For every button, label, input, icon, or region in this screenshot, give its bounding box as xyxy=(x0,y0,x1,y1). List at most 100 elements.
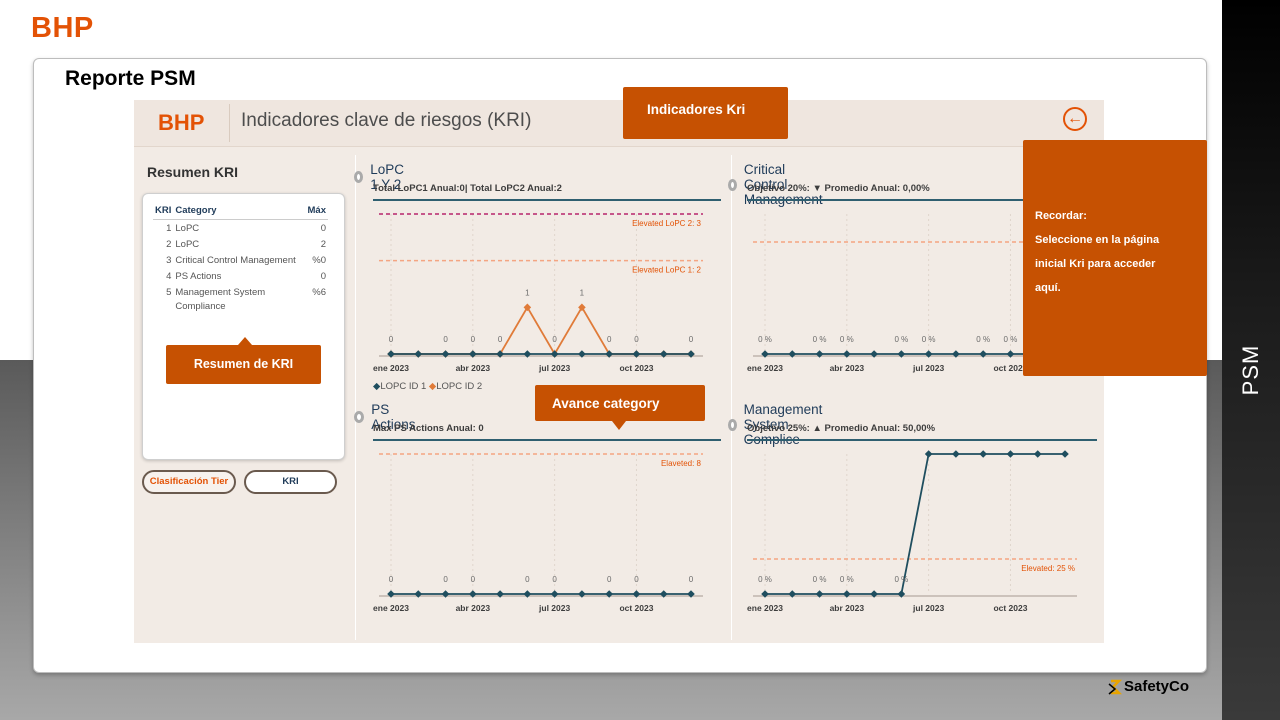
chart-svg: ene 2023 abr 2023 jul 2023 oct 2023 Elaveted… xyxy=(373,453,703,613)
side-strip: PSM xyxy=(1222,0,1280,720)
data-label: 0 % xyxy=(840,575,854,584)
panel-subtitle: Max PS Actions Anual: 0 xyxy=(373,423,484,434)
radio-ps[interactable] xyxy=(354,411,365,423)
data-label: 0 % xyxy=(840,335,854,344)
footer-logo-text: SafetyCo xyxy=(1124,678,1190,695)
callout-resumen-kri: Resumen de KRI xyxy=(166,337,321,384)
callout-avance-category: Avance category xyxy=(535,385,705,430)
panel-subtitle: Objetivo 20%: ▼ Promedio Anual: 0,00% xyxy=(747,183,930,194)
table-header-row: KRI Category Máx xyxy=(153,204,328,220)
radio-msc[interactable] xyxy=(728,418,737,431)
data-label: 0 xyxy=(607,575,612,584)
card-title: Reporte PSM xyxy=(65,67,196,90)
data-label: 0 % xyxy=(1004,335,1018,344)
recordar-line: inicial Kri para acceder xyxy=(1035,258,1156,270)
x-tick-label: ene 2023 xyxy=(373,603,409,613)
data-label: 0 % xyxy=(922,335,936,344)
data-label: 0 xyxy=(389,575,394,584)
data-label: 0 xyxy=(552,575,557,584)
data-label: 0 xyxy=(443,575,448,584)
table-row[interactable]: 1 LoPC 0 xyxy=(153,220,328,237)
recordar-line: aquí. xyxy=(1035,282,1061,294)
radio-ccm[interactable] xyxy=(728,178,737,191)
dashboard-title: Indicadores clave de riesgos (KRI) xyxy=(241,110,532,131)
chart-msc: ene 2023 abr 2023 jul 2023 oct 2023 Elevated… xyxy=(747,435,1082,619)
data-label: 0 % xyxy=(758,575,772,584)
x-tick-label: oct 2023 xyxy=(619,603,653,613)
chart-svg: ene 2023 abr 2023 jul 2023 oct 2023 Elevated… xyxy=(373,213,703,373)
data-point xyxy=(1006,450,1015,458)
reference-line-label: Elaveted: 8 xyxy=(661,459,702,468)
clasificacion-tier-button[interactable]: Clasificación Tier xyxy=(142,470,236,494)
chart-legend: ◆LOPC ID 1 ◆LOPC ID 2 xyxy=(373,381,482,392)
x-tick-label: jul 2023 xyxy=(538,363,570,373)
data-label: 0 % xyxy=(813,335,827,344)
panel-divider xyxy=(731,155,732,640)
kri-table: KRI Category Máx 1 LoPC 0 2 LoPC 2 3 Cri… xyxy=(153,204,328,314)
kri-button[interactable]: KRI xyxy=(244,470,337,494)
x-tick-label: abr 2023 xyxy=(456,603,491,613)
panel-rule xyxy=(373,199,721,201)
data-label: 0 xyxy=(443,335,448,344)
recordar-title: Recordar: xyxy=(1035,210,1087,222)
cell-max: %6 xyxy=(312,287,326,298)
data-label: 0 % xyxy=(894,575,908,584)
data-label: 0 % xyxy=(894,335,908,344)
col-category: Category xyxy=(173,204,306,220)
table-row[interactable]: 3 Critical Control Management %0 xyxy=(153,252,328,268)
data-point xyxy=(1033,450,1042,458)
col-kri: KRI xyxy=(153,204,174,220)
summary-title: Resumen KRI xyxy=(147,164,239,180)
cell-kri: 3 xyxy=(166,255,172,266)
x-tick-label: ene 2023 xyxy=(747,603,783,613)
data-point xyxy=(924,450,933,458)
cell-max: 0 xyxy=(320,271,326,282)
table-row[interactable]: 2 LoPC 2 xyxy=(153,236,328,252)
chart-ps: ene 2023 abr 2023 jul 2023 oct 2023 Elaveted… xyxy=(373,444,708,619)
data-label: 0 xyxy=(552,335,557,344)
table-row[interactable]: 5 Management System Compliance %6 xyxy=(153,284,328,314)
x-tick-label: jul 2023 xyxy=(912,363,944,373)
dashboard-header: BHP Indicadores clave de riesgos (KRI) ← xyxy=(134,100,1104,147)
series-line xyxy=(391,305,691,356)
data-label: 0 xyxy=(525,575,530,584)
radio-lopc[interactable] xyxy=(354,171,364,183)
series-line xyxy=(765,453,1065,595)
x-tick-label: ene 2023 xyxy=(747,363,783,373)
x-tick-label: jul 2023 xyxy=(912,603,944,613)
arrow-left-circle-icon[interactable]: ← xyxy=(1063,107,1087,131)
data-label: 0 xyxy=(471,575,476,584)
legend-label-2: LOPC ID 2 xyxy=(436,381,483,392)
data-label: 0 % xyxy=(758,335,772,344)
data-point xyxy=(1061,450,1069,458)
cell-category: Management System Compliance xyxy=(175,287,266,312)
panel-rule xyxy=(747,439,1097,441)
summary-box: KRI Category Máx 1 LoPC 0 2 LoPC 2 3 Cri… xyxy=(142,193,345,460)
callout-recordar: Recordar: Seleccione en la página inicia… xyxy=(1023,140,1207,376)
cell-category: Critical Control Management xyxy=(175,255,296,266)
panel-rule xyxy=(373,439,721,441)
cell-max: 0 xyxy=(320,223,326,234)
data-label: 0 xyxy=(498,335,503,344)
cell-max: %0 xyxy=(312,255,326,266)
safetyco-logo: SafetyCo xyxy=(1108,678,1189,695)
cell-category: LoPC xyxy=(175,223,200,234)
cell-kri: 4 xyxy=(166,271,172,282)
chart-svg: ene 2023 abr 2023 jul 2023 oct 2023 Elevated… xyxy=(747,435,1077,613)
side-label: PSM xyxy=(1238,344,1263,396)
panel-divider xyxy=(355,155,356,640)
data-label: 0 xyxy=(689,575,694,584)
data-label: 0 xyxy=(471,335,476,344)
table-row[interactable]: 4 PS Actions 0 xyxy=(153,268,328,284)
reference-line-label: Elevated LoPC 1: 2 xyxy=(632,266,701,275)
x-tick-label: oct 2023 xyxy=(993,603,1027,613)
safetyco-mark-icon xyxy=(1108,679,1122,695)
x-tick-label: abr 2023 xyxy=(830,363,865,373)
reference-line-label: Elevated: 25 % xyxy=(1021,564,1075,573)
header-divider xyxy=(229,104,230,142)
brand-logo: BHP xyxy=(31,12,94,44)
col-max: Máx xyxy=(305,204,328,220)
data-label: 1 xyxy=(580,288,585,297)
panel-subtitle: Total LoPC1 Anual:0| Total LoPC2 Anual:2 xyxy=(373,183,562,194)
callout-indicadores-kri: Indicadores Kri xyxy=(623,87,788,139)
